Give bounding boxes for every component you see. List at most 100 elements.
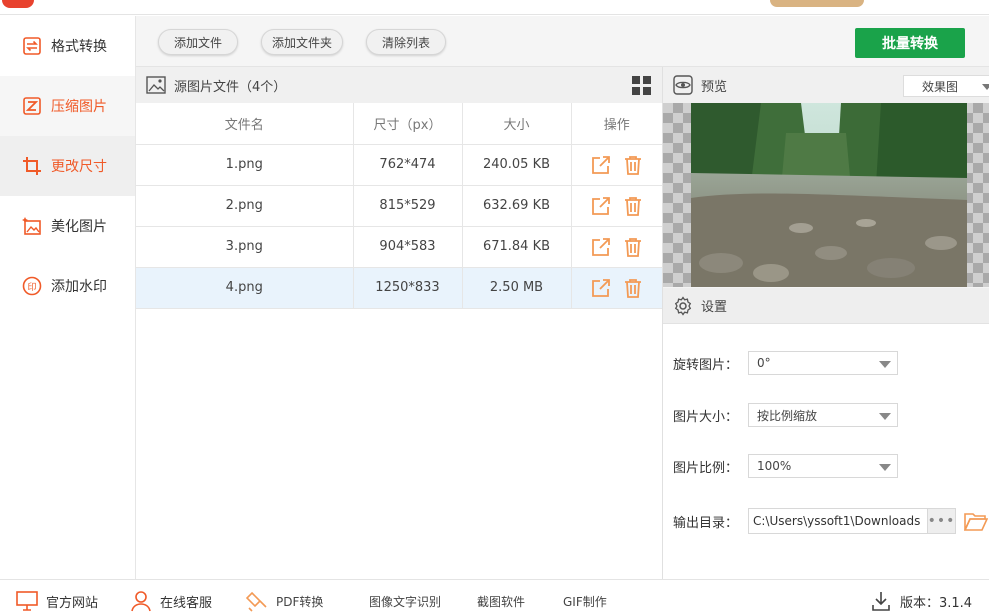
output-path-field[interactable]: C:\Users\yssoft1\Downloads — [748, 508, 928, 534]
screenshot-label: 截图软件 — [477, 594, 526, 609]
column-header-actions: 操作 — [571, 103, 662, 145]
folder-open-icon[interactable] — [964, 510, 988, 532]
dimensions-cell: 815*529 — [353, 185, 463, 227]
gear-icon — [674, 295, 692, 316]
sidebar-item-compress[interactable]: 压缩图片 — [0, 76, 135, 136]
ocr-link[interactable]: 图像文字识别 — [369, 588, 441, 614]
rotate-select[interactable]: 0° — [748, 351, 898, 375]
size-cell: 671.84 KB — [462, 226, 572, 268]
actions-cell — [571, 267, 662, 309]
ratio-select[interactable]: 100% — [748, 454, 898, 478]
pdf-convert-label: PDF转换 — [276, 594, 324, 609]
open-external-icon[interactable] — [591, 155, 611, 175]
open-external-icon[interactable] — [591, 196, 611, 216]
file-list-header: 源图片文件（4个） — [136, 67, 662, 103]
dimensions-cell: 762*474 — [353, 144, 463, 186]
ratio-label: 图片比例： — [673, 460, 739, 476]
file-table: 文件名 尺寸（px） 大小 操作 1.png 762*474 240.05 KB — [136, 103, 662, 309]
delete-icon[interactable] — [623, 278, 643, 298]
open-external-icon[interactable] — [591, 237, 611, 257]
chevron-down-icon — [879, 413, 891, 420]
delete-icon[interactable] — [623, 196, 643, 216]
output-row: 输出目录： C:\Users\yssoft1\Downloads ••• — [673, 508, 988, 534]
size-mode-value: 按比例缩放 — [757, 408, 818, 423]
chevron-down-icon — [879, 361, 891, 368]
preview-label: 预览 — [701, 79, 728, 95]
view-mode-select[interactable]: 效果图 — [903, 75, 989, 97]
output-label: 输出目录： — [673, 515, 739, 531]
table-row-selected[interactable]: 4.png 1250*833 2.50 MB — [136, 267, 662, 309]
sidebar: 格式转换 压缩图片 更改尺寸 美化图片 印 添加水印 — [0, 16, 136, 579]
actions-cell — [571, 226, 662, 268]
browse-dots-button[interactable]: ••• — [928, 508, 956, 534]
chevron-down-icon — [982, 84, 989, 90]
add-folder-button[interactable]: 添加文件夹 — [261, 29, 343, 55]
size-mode-select[interactable]: 按比例缩放 — [748, 403, 898, 427]
version-label: 版本：3.1.4 — [900, 595, 973, 611]
image-icon — [146, 76, 166, 94]
pdf-convert-link[interactable]: PDF转换 — [246, 588, 323, 614]
rotate-value: 0° — [757, 356, 771, 370]
sidebar-item-label: 更改尺寸 — [51, 159, 107, 175]
right-panel: 预览 效果图 设置 旋转图片： 0° 图片大小： 按比例缩放 图片比例： 100… — [662, 67, 989, 579]
svg-text:印: 印 — [27, 281, 36, 293]
beautify-image-icon — [22, 216, 42, 236]
support-link[interactable]: 在线客服 — [130, 588, 212, 614]
preview-area — [663, 103, 989, 287]
actions-cell — [571, 185, 662, 227]
table-row[interactable]: 3.png 904*583 671.84 KB — [136, 226, 662, 268]
file-name-cell: 3.png — [136, 226, 354, 268]
table-row[interactable]: 2.png 815*529 632.69 KB — [136, 185, 662, 227]
gif-label: GIF制作 — [563, 594, 607, 609]
actions-cell — [571, 144, 662, 186]
sidebar-item-label: 压缩图片 — [51, 99, 107, 115]
app-window: 格式转换 压缩图片 更改尺寸 美化图片 印 添加水印 添加文件 添加文件夹 清除… — [0, 0, 989, 614]
ratio-row: 图片比例： 100% — [673, 454, 898, 478]
preview-image — [691, 103, 967, 287]
bottom-bar: 官方网站 在线客服 PDF转换 图像文字识别 截图软件 GIF制作 版本：3.1… — [0, 579, 989, 614]
rotate-label: 旋转图片： — [673, 357, 739, 373]
screenshot-link[interactable]: 截图软件 — [477, 588, 525, 614]
size-row: 图片大小： 按比例缩放 — [673, 403, 898, 427]
support-label: 在线客服 — [160, 595, 213, 611]
website-link[interactable]: 官方网站 — [16, 588, 98, 614]
toolbar: 添加文件 添加文件夹 清除列表 批量转换 — [136, 16, 989, 67]
watermark-stamp-icon: 印 — [22, 276, 42, 296]
delete-icon[interactable] — [623, 155, 643, 175]
column-header-filename[interactable]: 文件名 — [136, 103, 354, 145]
sidebar-item-format-convert[interactable]: 格式转换 — [0, 16, 135, 76]
open-external-icon[interactable] — [591, 278, 611, 298]
clear-list-button[interactable]: 清除列表 — [366, 29, 446, 55]
size-cell: 2.50 MB — [462, 267, 572, 309]
eye-icon — [673, 75, 693, 95]
column-header-dimensions[interactable]: 尺寸（px） — [353, 103, 463, 145]
table-header-row: 文件名 尺寸（px） 大小 操作 — [136, 103, 662, 145]
preview-header: 预览 效果图 — [663, 67, 989, 103]
sidebar-item-watermark[interactable]: 印 添加水印 — [0, 256, 135, 316]
sidebar-item-resize[interactable]: 更改尺寸 — [0, 136, 135, 196]
file-name-cell: 2.png — [136, 185, 354, 227]
top-banner-button[interactable] — [770, 0, 864, 7]
gif-link[interactable]: GIF制作 — [563, 588, 607, 614]
add-file-button[interactable]: 添加文件 — [158, 29, 238, 55]
user-support-icon — [131, 591, 151, 612]
size-label: 图片大小： — [673, 409, 739, 425]
version-info[interactable]: 版本：3.1.4 — [870, 588, 972, 614]
pdf-tool-icon — [246, 591, 267, 612]
crop-resize-icon — [22, 156, 42, 176]
rotate-row: 旋转图片： 0° — [673, 351, 898, 375]
top-strip — [0, 0, 989, 15]
sidebar-item-label: 添加水印 — [51, 279, 107, 295]
sidebar-item-beautify[interactable]: 美化图片 — [0, 196, 135, 256]
grid-view-icon[interactable] — [632, 76, 652, 96]
table-row[interactable]: 1.png 762*474 240.05 KB — [136, 144, 662, 186]
delete-icon[interactable] — [623, 237, 643, 257]
batch-convert-button[interactable]: 批量转换 — [855, 28, 965, 58]
chevron-down-icon — [879, 464, 891, 471]
dimensions-cell: 1250*833 — [353, 267, 463, 309]
column-header-size[interactable]: 大小 — [462, 103, 572, 145]
download-update-icon — [872, 592, 890, 611]
sidebar-item-label: 格式转换 — [51, 39, 107, 55]
app-logo — [2, 0, 34, 8]
ratio-value: 100% — [757, 459, 792, 473]
